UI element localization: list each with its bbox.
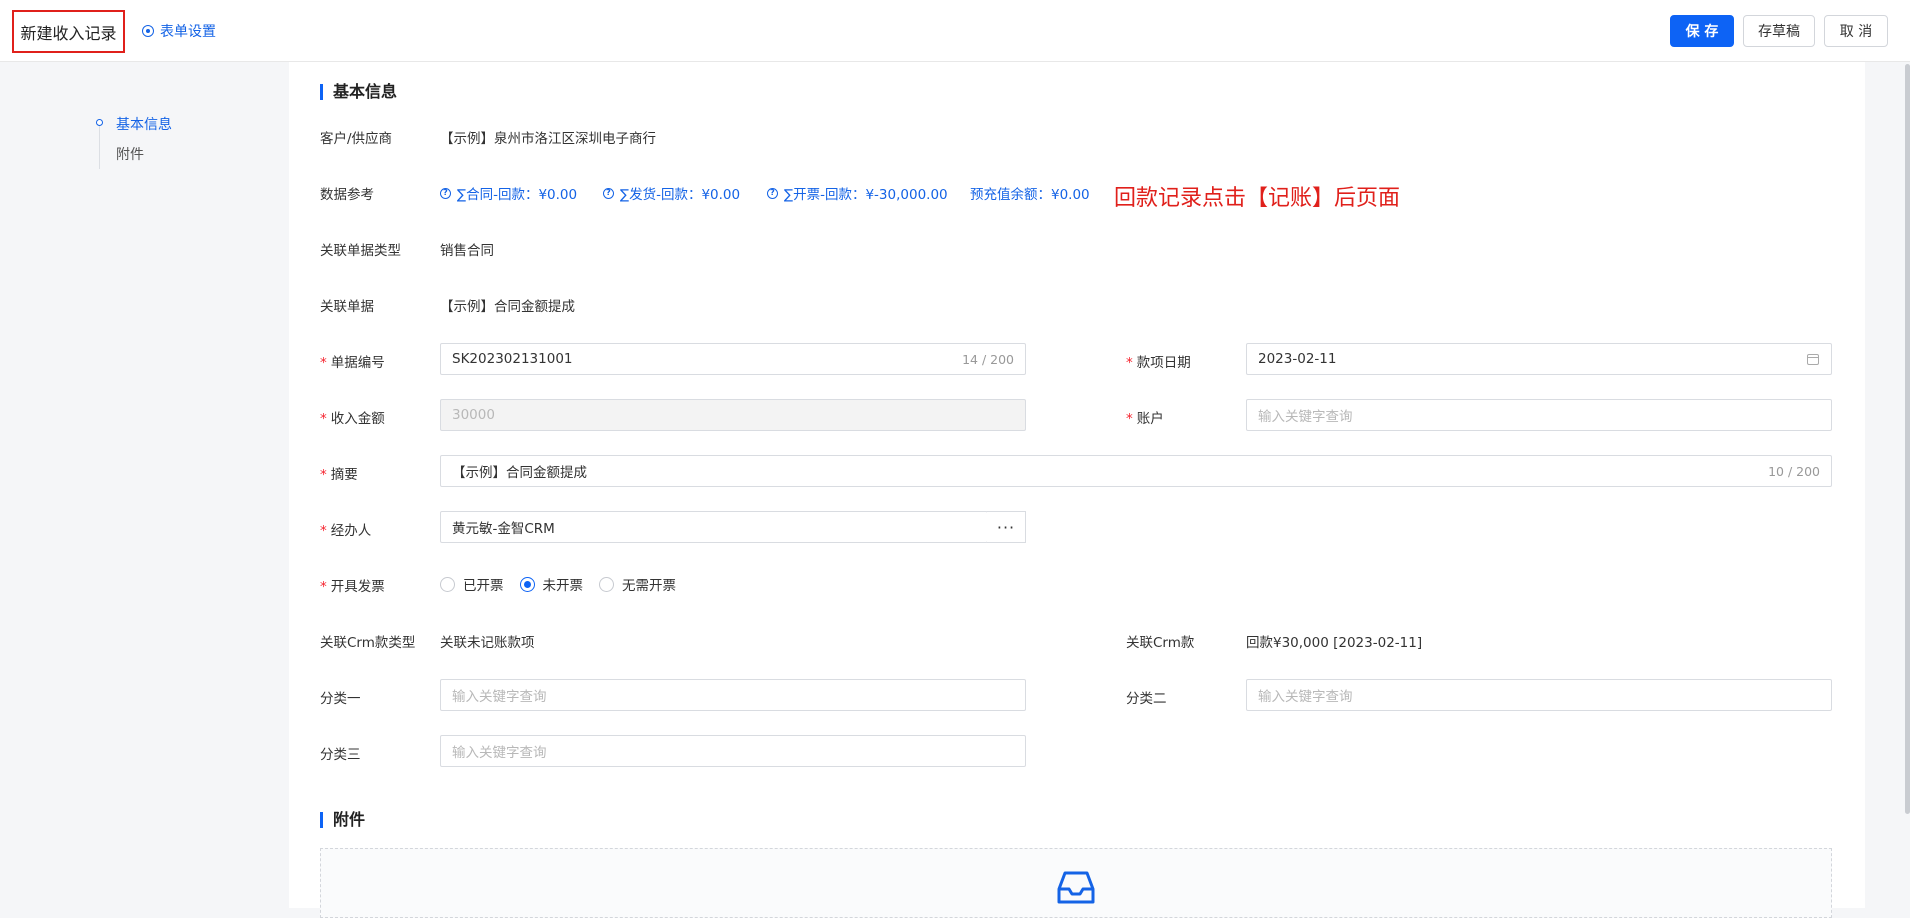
related-type-value: 销售合同 [440, 243, 494, 259]
nav-item-attachments[interactable]: 附件 [116, 144, 144, 164]
crm-type-value: 关联未记账款项 [440, 635, 535, 651]
invoice-option-not-issued[interactable]: 未开票 [519, 574, 583, 594]
crm-value: 回款¥30,000 [2023-02-11] [1246, 635, 1423, 651]
ref-invoice-payment[interactable]: ? ∑开票-回款：¥-30,000.00 [767, 183, 948, 203]
summary-input[interactable]: 【示例】合同金额提成 10 / 200 [440, 455, 1832, 487]
ref-prepaid-balance-text: 预充值余额：¥0.00 [970, 187, 1090, 203]
radio-circle-checked [519, 576, 535, 592]
handler-input[interactable]: 黄元敏-金智CRM [440, 511, 988, 543]
save-button[interactable]: 保 存 [1670, 15, 1734, 47]
crm-type-label: 关联Crm款类型 [320, 635, 416, 651]
help-icon: ? [767, 187, 778, 199]
form-settings-link[interactable]: 表单设置 [142, 20, 216, 42]
nav-item-basic-info[interactable]: 基本信息 [116, 114, 172, 134]
related-doc-label: 关联单据 [320, 299, 374, 315]
invoice-option-issued[interactable]: 已开票 [440, 574, 504, 594]
customer-label: 客户/供应商 [320, 131, 393, 147]
account-placeholder: 输入关键字查询 [1258, 409, 1353, 425]
nav-line [99, 125, 100, 169]
ref-prepaid-balance: 预充值余额：¥0.00 [970, 183, 1090, 203]
crm-label: 关联Crm款 [1126, 635, 1195, 651]
category3-input[interactable]: 输入关键字查询 [440, 735, 1026, 767]
ref-contract-payment[interactable]: ? ∑合同-回款：¥0.00 [440, 183, 577, 203]
save-draft-button[interactable]: 存草稿 [1743, 15, 1815, 47]
category2-input[interactable]: 输入关键字查询 [1246, 679, 1832, 711]
account-label: * 账户 [1126, 411, 1164, 427]
annotation-note: 回款记录点击【记账】后页面 [1114, 186, 1401, 211]
date-picker[interactable]: 2023-02-11 [1246, 343, 1832, 375]
category3-label: 分类三 [320, 747, 361, 763]
scrollbar[interactable] [1905, 64, 1910, 814]
summary-value: 【示例】合同金额提成 [452, 465, 587, 481]
page-title: 新建收入记录 [12, 10, 125, 53]
top-bar: 新建收入记录 表单设置 保 存 存草稿 取 消 [0, 0, 1910, 62]
related-type-label: 关联单据类型 [320, 243, 401, 259]
inbox-icon [1057, 871, 1095, 904]
ref-delivery-payment[interactable]: ? ∑发货-回款：¥0.00 [603, 183, 740, 203]
doc-no-label: * 单据编号 [320, 355, 385, 371]
doc-no-input[interactable]: SK202302131001 14 / 200 [440, 343, 1026, 375]
summary-label: * 摘要 [320, 467, 358, 483]
help-icon: ? [440, 187, 451, 199]
account-input[interactable]: 输入关键字查询 [1246, 399, 1832, 431]
cancel-button[interactable]: 取 消 [1824, 15, 1888, 47]
radio-circle [599, 576, 614, 592]
form-settings-label: 表单设置 [160, 24, 216, 40]
amount-input: 30000 [440, 399, 1026, 431]
nav-active-dot-icon [96, 119, 103, 126]
category1-input[interactable]: 输入关键字查询 [440, 679, 1026, 711]
doc-no-counter: 14 / 200 [962, 352, 1014, 367]
invoice-option-not-required[interactable]: 无需开票 [599, 574, 676, 594]
ref-delivery-payment-text: ∑发货-回款：¥0.00 [620, 187, 741, 203]
category2-label: 分类二 [1126, 691, 1167, 707]
amount-label: * 收入金额 [320, 411, 385, 427]
section-title-basic: 基本信息 [320, 84, 397, 100]
help-icon: ? [603, 187, 614, 199]
handler-label: * 经办人 [320, 523, 372, 539]
doc-no-value: SK202302131001 [452, 351, 573, 367]
ref-contract-payment-text: ∑合同-回款：¥0.00 [457, 187, 578, 203]
handler-select-button[interactable]: ··· [987, 511, 1026, 543]
invoice-radio-group: 已开票 未开票 无需开票 [440, 574, 692, 594]
category1-label: 分类一 [320, 691, 361, 707]
summary-counter: 10 / 200 [1768, 464, 1820, 479]
calendar-icon [1807, 354, 1819, 365]
date-value: 2023-02-11 [1258, 351, 1337, 367]
date-label: * 款项日期 [1126, 355, 1191, 371]
customer-value: 【示例】泉州市洛江区深圳电子商行 [440, 131, 656, 147]
radio-circle [440, 576, 455, 592]
data-ref-label: 数据参考 [320, 187, 374, 203]
invoice-label: * 开具发票 [320, 579, 385, 595]
handler-value: 黄元敏-金智CRM [452, 521, 555, 537]
gear-icon [142, 25, 154, 37]
amount-value: 30000 [452, 407, 495, 423]
related-doc-value: 【示例】合同金额提成 [440, 299, 575, 315]
section-title-attachments: 附件 [320, 812, 365, 828]
ref-invoice-payment-text: ∑开票-回款：¥-30,000.00 [784, 187, 948, 203]
